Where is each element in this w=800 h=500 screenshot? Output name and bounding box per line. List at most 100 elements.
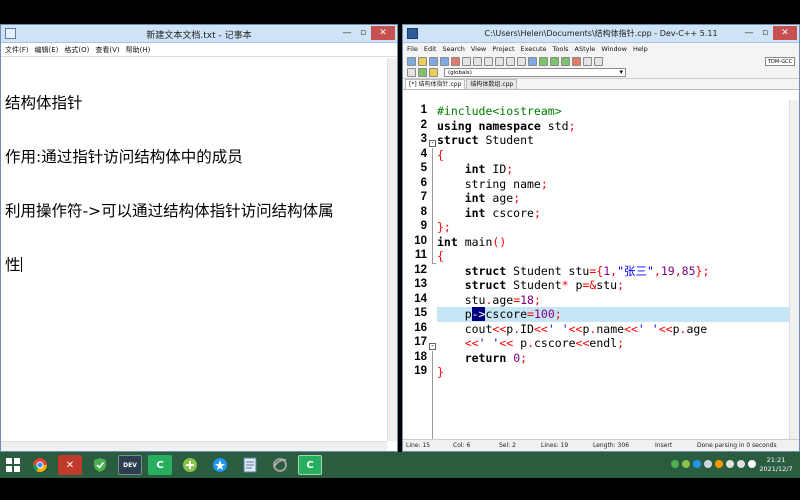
code-line: } (437, 365, 444, 379)
menu-view[interactable]: View (471, 43, 486, 55)
tray-app-icon[interactable] (682, 460, 690, 468)
code-line: struct Student stu={1,"张三",19,85}; (464, 263, 710, 278)
menu-format[interactable]: 格式(O) (64, 43, 89, 56)
close-button[interactable]: ✕ (371, 26, 395, 40)
shield-icon[interactable] (88, 455, 112, 475)
chrome-icon[interactable] (28, 455, 52, 475)
new-project-icon[interactable] (528, 56, 537, 66)
compile-run-icon[interactable] (561, 56, 570, 66)
fold-toggle-main[interactable]: - (429, 343, 436, 350)
goto-bookmark-icon[interactable] (429, 68, 438, 77)
profile-icon[interactable] (594, 56, 603, 66)
maximize-button[interactable]: ▫ (355, 26, 371, 40)
code-line: int age; (464, 191, 521, 205)
close-file-icon[interactable] (451, 56, 460, 66)
camtasia-icon[interactable]: C (148, 455, 172, 475)
insert-icon[interactable] (407, 68, 416, 77)
tray-app-icon[interactable] (693, 460, 701, 468)
undo-icon[interactable] (473, 56, 482, 66)
tray-app-icon[interactable] (671, 460, 679, 468)
line-number: 18 (414, 350, 427, 363)
menu-execute[interactable]: Execute (521, 43, 547, 55)
close-button[interactable]: ✕ (773, 26, 797, 40)
notepad-taskbar-icon[interactable] (238, 455, 262, 475)
notepad-title: 新建文本文档.txt - 记事本 (146, 31, 252, 41)
run-icon[interactable] (550, 56, 559, 66)
replace-icon[interactable] (506, 56, 515, 66)
notepad-line: 性 (5, 256, 393, 274)
taskbar: ✕ DEV C C 21:21 2021/12/7 (0, 452, 800, 478)
toggle-bookmark-icon[interactable] (418, 68, 427, 77)
xmind-icon[interactable]: ✕ (58, 455, 82, 475)
line-number: 11 (414, 249, 427, 261)
globals-combo[interactable]: (globals) (444, 68, 626, 77)
menu-help[interactable]: 帮助(H) (126, 43, 151, 56)
menu-file[interactable]: 文件(F) (5, 43, 29, 56)
code-editor[interactable]: 1 2 3 4 5 6 7 8 9 10 11 12 13 14 15 16 17 18 19 - - #inclu… (403, 100, 799, 456)
compiler-combo[interactable]: TDM-GCC (765, 56, 795, 66)
line-number: 10 (414, 234, 427, 247)
line-number: 4 (420, 147, 427, 160)
redo-icon[interactable] (484, 56, 493, 66)
notepad-vertical-scrollbar[interactable] (387, 58, 397, 441)
save-icon[interactable] (429, 56, 438, 66)
menu-view[interactable]: 查看(V) (95, 43, 119, 56)
menu-edit[interactable]: Edit (424, 43, 437, 55)
save-all-icon[interactable] (440, 56, 449, 66)
line-number: 19 (414, 365, 427, 377)
print-icon[interactable] (462, 56, 471, 66)
menu-file[interactable]: File (407, 43, 418, 55)
editor-tabs: [*] 结构体指针.cpp 结构体数组.cpp (403, 79, 799, 90)
find-icon[interactable] (495, 56, 504, 66)
menu-project[interactable]: Project (492, 43, 514, 55)
menu-search[interactable]: Search (442, 43, 464, 55)
tab-struct-array[interactable]: 结构体数组.cpp (466, 79, 518, 89)
goto-icon[interactable] (517, 56, 526, 66)
tab-struct-pointer[interactable]: [*] 结构体指针.cpp (405, 79, 466, 89)
code-line: string name; (437, 176, 548, 191)
compile-icon[interactable] (539, 56, 548, 66)
green-app-icon[interactable] (178, 455, 202, 475)
menu-help[interactable]: Help (633, 43, 648, 55)
menu-edit[interactable]: 编辑(E) (35, 43, 59, 56)
rebuild-icon[interactable] (572, 56, 581, 66)
devcpp-window[interactable]: C:\Users\Helen\Documents\结构体指针.cpp - Dev… (402, 24, 800, 456)
ie-icon[interactable] (268, 455, 292, 475)
maximize-button[interactable]: ▫ (757, 26, 773, 40)
open-file-icon[interactable] (418, 56, 427, 66)
notepad-text-area[interactable]: 结构体指针 作用:通过指针访问结构体中的成员 利用操作符->可以通过结构体指针访… (1, 57, 397, 425)
camtasia-recorder-icon[interactable]: C (298, 455, 322, 475)
line-number: 6 (420, 176, 427, 189)
volume-icon[interactable] (737, 460, 745, 468)
devcpp-title-bar[interactable]: C:\Users\Helen\Documents\结构体指针.cpp - Dev… (403, 25, 799, 43)
minimize-button[interactable]: — (339, 26, 355, 40)
code-line: }; (437, 220, 451, 234)
tray-app-icon[interactable] (715, 460, 723, 468)
menu-tools[interactable]: Tools (553, 43, 569, 55)
flag-icon[interactable] (748, 460, 756, 468)
devcpp-taskbar-icon[interactable]: DEV (118, 455, 142, 475)
line-number: 1 (420, 104, 427, 116)
menu-window[interactable]: Window (601, 43, 627, 55)
fold-toggle-struct[interactable]: - (429, 140, 436, 147)
code-area[interactable]: #include<iostream> using namespace std; … (437, 100, 799, 439)
menu-astyle[interactable]: AStyle (575, 43, 596, 55)
network-icon[interactable] (726, 460, 734, 468)
blue-app-icon[interactable] (208, 455, 232, 475)
status-bar: Line: 15 Col: 6 Sel: 2 Lines: 19 Length:… (403, 439, 799, 451)
minimize-button[interactable]: — (741, 26, 757, 40)
line-number: 2 (420, 118, 427, 131)
notepad-horizontal-scrollbar[interactable] (1, 441, 387, 451)
notepad-title-bar[interactable]: 新建文本文档.txt - 记事本 — ▫ ✕ (1, 25, 397, 43)
main-toolbar: TDM-GCC (403, 55, 799, 67)
system-clock[interactable]: 21:21 2021/12/7 (758, 456, 794, 474)
windows-start-icon[interactable] (6, 458, 20, 472)
notepad-window[interactable]: 新建文本文档.txt - 记事本 — ▫ ✕ 文件(F) 编辑(E) 格式(O)… (0, 24, 398, 452)
status-sel: Sel: 2 (499, 442, 516, 449)
tray-app-icon[interactable] (704, 460, 712, 468)
new-file-icon[interactable] (407, 56, 416, 66)
notepad-line: 作用:通过指针访问结构体中的成员 (5, 148, 243, 166)
debug-icon[interactable] (583, 56, 592, 66)
notepad-menu-bar: 文件(F) 编辑(E) 格式(O) 查看(V) 帮助(H) (1, 43, 397, 57)
editor-vertical-scrollbar[interactable] (789, 100, 799, 439)
